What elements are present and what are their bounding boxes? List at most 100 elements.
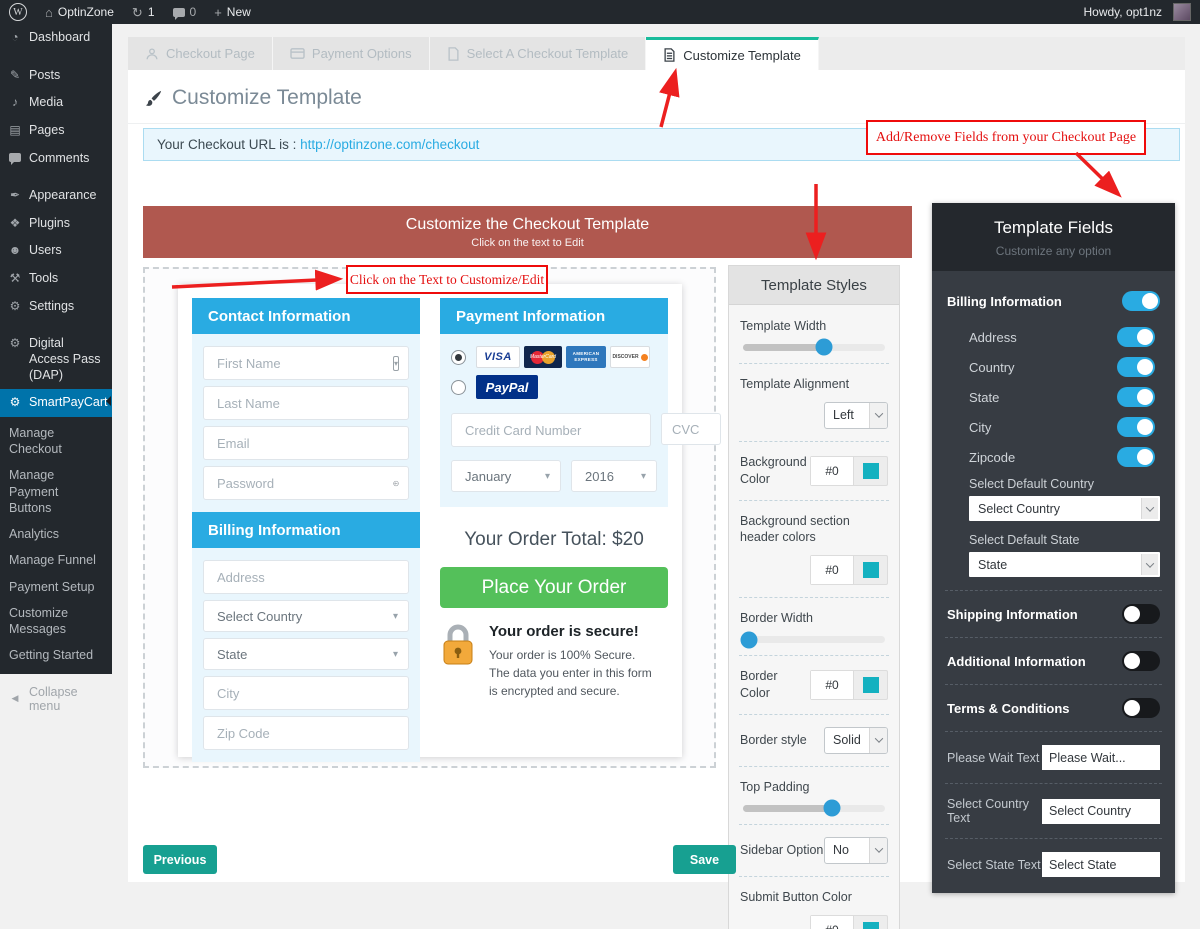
submenu-manage-funnel[interactable]: Manage Funnel bbox=[0, 547, 112, 573]
save-button[interactable]: Save bbox=[673, 845, 736, 874]
billing-information-toggle[interactable] bbox=[1122, 291, 1160, 311]
hex-value[interactable]: #0 bbox=[811, 916, 854, 929]
default-country-select[interactable]: Select Country bbox=[969, 496, 1160, 521]
sidebar-item-posts[interactable]: ✎Posts bbox=[0, 62, 112, 90]
email-field[interactable] bbox=[203, 426, 409, 460]
password-input[interactable] bbox=[204, 467, 393, 499]
hex-value[interactable]: #0 bbox=[811, 556, 854, 584]
city-toggle[interactable] bbox=[1117, 417, 1155, 437]
place-order-button[interactable]: Place Your Order bbox=[440, 567, 668, 608]
header-colors-picker[interactable]: #0 bbox=[810, 555, 888, 585]
additional-information-toggle[interactable] bbox=[1122, 651, 1160, 671]
sidebar-item-plugins[interactable]: ❖Plugins bbox=[0, 210, 112, 238]
submit-button-color-picker[interactable]: #0 bbox=[810, 915, 888, 929]
expiry-year-select[interactable]: 2016▾ bbox=[571, 460, 657, 492]
please-wait-text-input[interactable] bbox=[1042, 745, 1160, 770]
sidebar-item-smartpaycart[interactable]: ⚙SmartPayCart bbox=[0, 389, 112, 417]
cvc-field[interactable] bbox=[661, 413, 721, 445]
tab-payment-options[interactable]: Payment Options bbox=[273, 37, 430, 70]
updates-button[interactable]: ↻1 bbox=[123, 0, 164, 24]
select-state-text-label: Select State Text bbox=[947, 858, 1041, 872]
slider-thumb[interactable] bbox=[740, 631, 757, 648]
template-alignment-select[interactable]: Left bbox=[824, 402, 888, 429]
address-toggle[interactable] bbox=[1117, 327, 1155, 347]
comments-button[interactable]: 0 bbox=[164, 0, 206, 24]
slider-thumb[interactable] bbox=[815, 339, 832, 356]
first-name-field[interactable]: ▾ bbox=[203, 346, 409, 380]
submenu-manage-payment-buttons[interactable]: Manage Payment Buttons bbox=[0, 462, 112, 521]
select-country-text-input[interactable] bbox=[1042, 799, 1160, 824]
hex-value[interactable]: #0 bbox=[811, 457, 854, 485]
address-field[interactable] bbox=[203, 560, 409, 594]
top-padding-slider[interactable] bbox=[743, 805, 885, 812]
state-select[interactable]: State▾ bbox=[203, 638, 409, 670]
email-input[interactable] bbox=[204, 427, 399, 459]
sidebar-item-appearance[interactable]: ✒Appearance bbox=[0, 182, 112, 210]
zip-field[interactable] bbox=[203, 716, 409, 750]
cvc-input[interactable] bbox=[662, 414, 712, 444]
sidebar-item-users[interactable]: ☻Users bbox=[0, 237, 112, 265]
account-menu[interactable]: Howdy, opt1nz bbox=[1075, 0, 1200, 24]
payment-info-header[interactable]: Payment Information bbox=[440, 298, 668, 334]
zipcode-toggle[interactable] bbox=[1117, 447, 1155, 467]
submenu-analytics[interactable]: Analytics bbox=[0, 521, 112, 547]
wp-menu-button[interactable]: W bbox=[0, 0, 36, 24]
select-state-text-input[interactable] bbox=[1042, 852, 1160, 877]
card-number-field[interactable] bbox=[451, 413, 651, 447]
shipping-information-toggle[interactable] bbox=[1122, 604, 1160, 624]
default-state-value: State bbox=[978, 558, 1007, 572]
city-input[interactable] bbox=[204, 677, 399, 709]
sidebar-item-settings[interactable]: ⚙Settings bbox=[0, 293, 112, 321]
previous-button[interactable]: Previous bbox=[143, 845, 217, 874]
zip-input[interactable] bbox=[204, 717, 399, 749]
color-swatch-button[interactable] bbox=[854, 671, 887, 699]
site-link[interactable]: ⌂OptinZone bbox=[36, 0, 123, 24]
address-label: Address bbox=[969, 330, 1017, 345]
border-style-select[interactable]: Solid bbox=[824, 727, 888, 754]
tab-select-checkout-template[interactable]: Select A Checkout Template bbox=[430, 37, 647, 70]
sidebar-option-select[interactable]: No bbox=[824, 837, 888, 864]
sidebar-item-pages[interactable]: ▤Pages bbox=[0, 117, 112, 145]
tab-checkout-page[interactable]: Checkout Page bbox=[128, 37, 273, 70]
sidebar-item-dap[interactable]: ⚙Digital Access Pass (DAP) bbox=[0, 330, 112, 389]
color-swatch-button[interactable] bbox=[854, 916, 887, 929]
sidebar-item-tools[interactable]: ⚒Tools bbox=[0, 265, 112, 293]
collapse-menu-button[interactable]: ◀Collapse menu bbox=[0, 675, 112, 723]
checkout-url-link[interactable]: http://optinzone.com/checkout bbox=[300, 137, 479, 152]
color-swatch-button[interactable] bbox=[854, 457, 887, 485]
expiry-month-select[interactable]: January▾ bbox=[451, 460, 561, 492]
submenu-customize-messages[interactable]: Customize Messages bbox=[0, 600, 112, 643]
submenu-payment-setup[interactable]: Payment Setup bbox=[0, 574, 112, 600]
slider-thumb[interactable] bbox=[824, 800, 841, 817]
template-width-slider[interactable] bbox=[743, 344, 885, 351]
card-number-input[interactable] bbox=[452, 414, 641, 446]
color-swatch-button[interactable] bbox=[854, 556, 887, 584]
tab-customize-template[interactable]: Customize Template bbox=[646, 37, 819, 70]
paypal-radio[interactable] bbox=[451, 380, 466, 395]
hex-value[interactable]: #0 bbox=[811, 671, 854, 699]
billing-info-header[interactable]: Billing Information bbox=[192, 512, 420, 548]
sidebar-item-media[interactable]: ♪Media bbox=[0, 89, 112, 117]
last-name-input[interactable] bbox=[204, 387, 399, 419]
credit-card-radio[interactable] bbox=[451, 350, 466, 365]
password-field[interactable] bbox=[203, 466, 409, 500]
city-field[interactable] bbox=[203, 676, 409, 710]
country-select[interactable]: Select Country▾ bbox=[203, 600, 409, 632]
first-name-input[interactable] bbox=[204, 347, 393, 379]
address-input[interactable] bbox=[204, 561, 399, 593]
contact-info-header[interactable]: Contact Information bbox=[192, 298, 420, 334]
submenu-manage-checkout[interactable]: Manage Checkout bbox=[0, 420, 112, 463]
city-label: City bbox=[969, 420, 991, 435]
default-state-select[interactable]: State bbox=[969, 552, 1160, 577]
sidebar-item-comments[interactable]: Comments bbox=[0, 145, 112, 173]
country-toggle[interactable] bbox=[1117, 357, 1155, 377]
new-content-button[interactable]: +New bbox=[205, 0, 260, 24]
border-width-slider[interactable] bbox=[743, 636, 885, 643]
border-color-picker[interactable]: #0 bbox=[810, 670, 888, 700]
last-name-field[interactable] bbox=[203, 386, 409, 420]
sidebar-item-dashboard[interactable]: ◔Dashboard bbox=[0, 24, 112, 52]
submenu-getting-started[interactable]: Getting Started bbox=[0, 642, 112, 668]
terms-conditions-toggle[interactable] bbox=[1122, 698, 1160, 718]
state-toggle[interactable] bbox=[1117, 387, 1155, 407]
background-color-picker[interactable]: #0 bbox=[810, 456, 888, 486]
